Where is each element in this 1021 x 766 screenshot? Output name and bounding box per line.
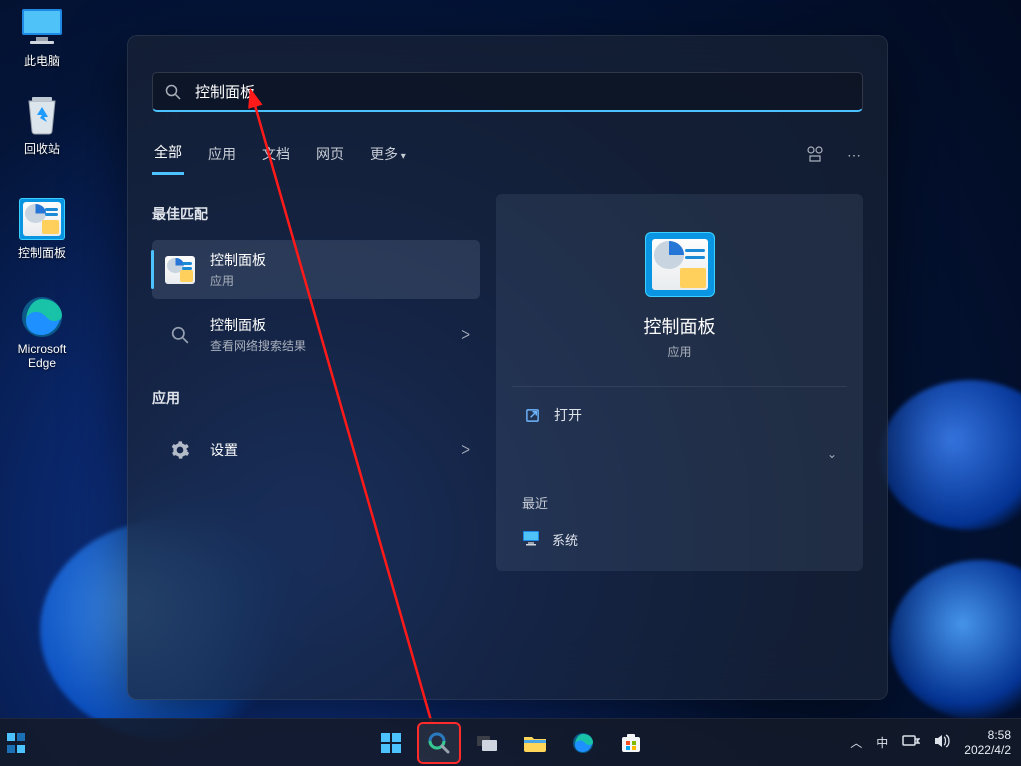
- widgets-button[interactable]: [6, 732, 24, 754]
- edge-icon: [19, 296, 65, 338]
- tab-more[interactable]: 更多: [368, 138, 408, 174]
- result-subtitle: 应用: [210, 272, 266, 289]
- apps-header: 应用: [152, 388, 480, 408]
- tab-web[interactable]: 网页: [314, 138, 346, 174]
- tray-chevron-up-icon[interactable]: ︿: [850, 734, 862, 751]
- recent-item-system[interactable]: 系统: [516, 522, 843, 557]
- search-icon: [165, 84, 181, 100]
- volume-icon[interactable]: [934, 734, 950, 751]
- gear-icon: [164, 434, 196, 466]
- desktop-icon-label: 控制面板: [2, 244, 82, 261]
- search-tabbar: 全部 应用 文档 网页 更多 ⋯: [152, 136, 863, 175]
- more-actions-icon[interactable]: ⋯: [847, 147, 863, 164]
- recycle-icon: [19, 94, 65, 136]
- preview-open-label: 打开: [554, 405, 582, 425]
- desktop-icon-recycle-bin[interactable]: 回收站: [2, 94, 82, 157]
- search-input[interactable]: [181, 83, 850, 100]
- microsoft-store-button[interactable]: [610, 723, 652, 763]
- control-panel-icon: [645, 232, 715, 297]
- preview-card: 控制面板 应用 打开 ⌄ 最近 系统: [496, 194, 863, 571]
- time-text: 8:58: [964, 728, 1011, 743]
- chevron-right-icon: ᐳ: [461, 328, 470, 342]
- desktop-icon-label: Microsoft Edge: [2, 342, 82, 370]
- file-explorer-button[interactable]: [514, 723, 556, 763]
- start-button[interactable]: [370, 723, 412, 763]
- recent-header: 最近: [522, 493, 837, 512]
- monitor-icon: [522, 530, 540, 549]
- search-flyout: 全部 应用 文档 网页 更多 ⋯ 最佳匹配 控制面板 应用 控制面板 查看网络搜…: [127, 35, 888, 700]
- task-view-button[interactable]: [466, 723, 508, 763]
- preview-open-action[interactable]: 打开: [516, 393, 843, 437]
- taskbar: ︿ 中 8:58 2022/4/2: [0, 718, 1021, 766]
- search-icon: [164, 319, 196, 351]
- result-control-panel-web[interactable]: 控制面板 查看网络搜索结果 ᐳ: [152, 305, 480, 364]
- chevron-right-icon: ᐳ: [461, 443, 470, 457]
- desktop-icon-this-pc[interactable]: 此电脑: [2, 6, 82, 69]
- preview-subtitle: 应用: [516, 343, 843, 360]
- tab-apps[interactable]: 应用: [206, 138, 238, 174]
- chevron-down-icon: ⌄: [827, 447, 837, 461]
- monitor-icon: [19, 6, 65, 48]
- result-control-panel-app[interactable]: 控制面板 应用: [152, 240, 480, 299]
- preview-title: 控制面板: [516, 313, 843, 339]
- recent-item-label: 系统: [552, 530, 578, 549]
- desktop-icon-label: 回收站: [2, 140, 82, 157]
- result-title: 控制面板: [210, 315, 306, 335]
- desktop-icon-edge[interactable]: Microsoft Edge: [2, 296, 82, 370]
- result-settings-app[interactable]: 设置 ᐳ: [152, 424, 480, 476]
- search-options-icon[interactable]: [805, 144, 825, 167]
- network-icon[interactable]: [902, 734, 920, 751]
- search-box[interactable]: [152, 72, 863, 112]
- date-text: 2022/4/2: [964, 743, 1011, 758]
- ime-indicator[interactable]: 中: [876, 734, 888, 751]
- tab-all[interactable]: 全部: [152, 136, 184, 175]
- edge-button[interactable]: [562, 723, 604, 763]
- result-subtitle: 查看网络搜索结果: [210, 337, 306, 354]
- control-panel-icon: [164, 254, 196, 286]
- control-panel-icon: [19, 198, 65, 240]
- open-icon: [522, 408, 542, 423]
- desktop-icon-label: 此电脑: [2, 52, 82, 69]
- result-title: 设置: [210, 440, 238, 460]
- result-title: 控制面板: [210, 250, 266, 270]
- tab-documents[interactable]: 文档: [260, 138, 292, 174]
- system-clock[interactable]: 8:58 2022/4/2: [964, 728, 1011, 758]
- search-button[interactable]: [418, 723, 460, 763]
- desktop-icon-control-panel[interactable]: 控制面板: [2, 198, 82, 261]
- preview-expand[interactable]: ⌄: [516, 437, 843, 471]
- best-match-header: 最佳匹配: [152, 204, 480, 224]
